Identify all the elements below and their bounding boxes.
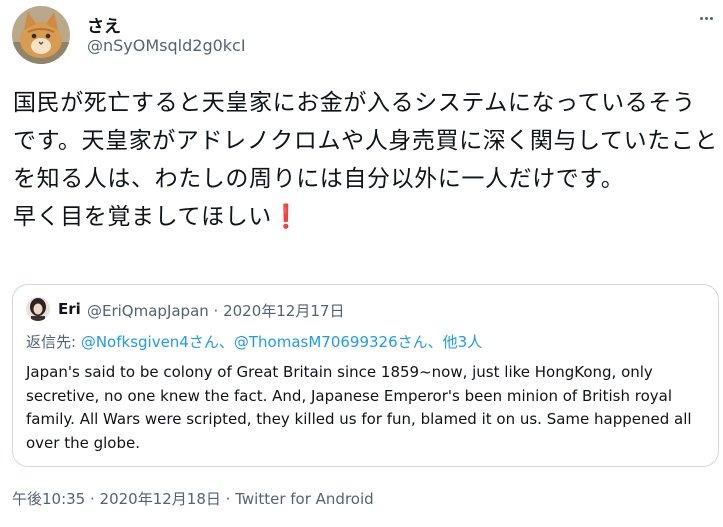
quoted-tweet-text: Japan's said to be colony of Great Brita… [26, 363, 692, 452]
tweet-footer: 午後10:35 · 2020年12月18日 · Twitter for Andr… [12, 488, 374, 509]
tweet-time[interactable]: 午後10:35 [12, 490, 85, 508]
reply-user-link[interactable]: @ThomasM70699326 [234, 333, 398, 351]
tweet-source[interactable]: Twitter for Android [235, 490, 373, 508]
quoted-author-name[interactable]: Eri [58, 300, 81, 318]
quoted-author-handle[interactable]: @EriQmapJapan [87, 302, 209, 320]
quoted-author-avatar[interactable] [26, 297, 50, 321]
reply-others-link[interactable]: 他3人 [443, 333, 483, 351]
tweet-date[interactable]: 2020年12月18日 [100, 490, 221, 508]
more-horizontal-icon[interactable] [694, 6, 718, 30]
author-avatar[interactable] [12, 6, 70, 64]
reply-user-suffix: さん、 [397, 333, 443, 351]
quoted-date[interactable]: 2020年12月17日 [223, 302, 344, 320]
footer-separator: · [85, 490, 100, 508]
quoted-tweet[interactable]: Eri @EriQmapJapan · 2020年12月17日 返信先: @No… [12, 284, 719, 467]
author-display-name[interactable]: さえ [87, 12, 121, 37]
footer-separator: · [220, 490, 236, 508]
meta-separator: · [208, 302, 224, 320]
tweet-card: さえ @nSyOMsqld2g0kcI 国民が死亡すると天皇家にお金が入るシステ… [0, 0, 723, 527]
reply-user-suffix: さん、 [188, 333, 234, 351]
quoted-meta: @EriQmapJapan · 2020年12月17日 [87, 300, 344, 321]
tweet-text: 国民が死亡すると天皇家にお金が入るシステムになっているそうです。天皇家がアドレノ… [13, 84, 718, 236]
reply-to-line: 返信先: @Nofksgiven4さん、@ThomasM70699326さん、他… [26, 331, 482, 352]
exclamation-emoji: ❗ [271, 204, 302, 230]
author-handle[interactable]: @nSyOMsqld2g0kcI [87, 36, 246, 55]
tweet-text-content: 国民が死亡すると天皇家にお金が入るシステムになっているそうです。天皇家がアドレノ… [13, 90, 719, 230]
reply-user-link[interactable]: @Nofksgiven4 [81, 333, 189, 351]
reply-prefix: 返信先: [26, 333, 81, 351]
